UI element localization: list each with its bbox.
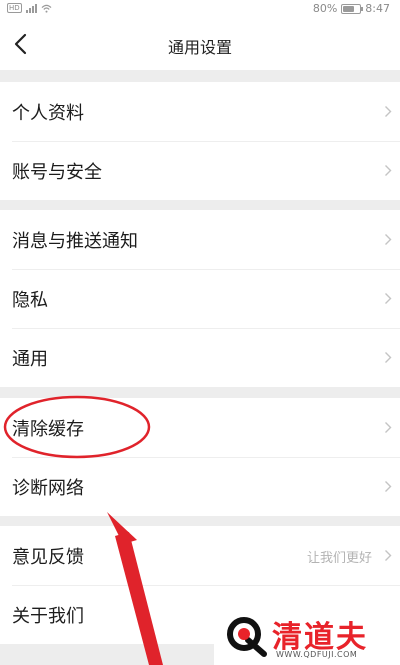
settings-item-notifications[interactable]: 消息与推送通知: [0, 210, 400, 269]
page-title: 通用设置: [167, 38, 232, 57]
settings-group-cache: 清除缓存 诊断网络: [0, 398, 400, 516]
settings-group-general: 消息与推送通知 隐私 通用: [0, 210, 400, 387]
settings-item-label: 清除缓存: [12, 419, 84, 440]
settings-item-label: 诊断网络: [12, 478, 84, 499]
wifi-icon: [41, 4, 52, 13]
chevron-right-icon: [385, 609, 392, 620]
chevron-right-icon: [385, 481, 392, 492]
chevron-right-icon: [385, 234, 392, 245]
chevron-right-icon: [385, 165, 392, 176]
settings-group-about: 意见反馈 让我们更好 关于我们: [0, 526, 400, 644]
settings-item-clear-cache[interactable]: 清除缓存: [0, 398, 400, 457]
settings-group-profile: 个人资料 账号与安全: [0, 82, 400, 200]
clock: 8:47: [365, 2, 390, 15]
settings-item-label: 消息与推送通知: [12, 231, 138, 252]
status-left: HD: [7, 3, 52, 13]
watermark-url: WWW.QDFUJI.COM: [276, 650, 358, 659]
battery-percent: 80%: [312, 2, 338, 15]
settings-item-profile[interactable]: 个人资料: [0, 82, 400, 141]
settings-item-network-diagnosis[interactable]: 诊断网络: [0, 457, 400, 516]
settings-item-privacy[interactable]: 隐私: [0, 269, 400, 328]
chevron-right-icon: [385, 352, 392, 363]
network-badge: HD: [7, 3, 22, 13]
settings-item-general[interactable]: 通用: [0, 328, 400, 387]
settings-item-feedback[interactable]: 意见反馈 让我们更好: [0, 526, 400, 585]
status-right: 80% 8:47: [313, 2, 390, 15]
battery-icon: [341, 3, 364, 14]
chevron-right-icon: [385, 422, 392, 433]
settings-item-label: 通用: [12, 349, 48, 370]
settings-item-label: 意见反馈: [12, 547, 84, 568]
settings-item-label: 个人资料: [12, 103, 84, 124]
signal-icon: [25, 3, 37, 13]
settings-item-hint: 让我们更好: [306, 551, 372, 566]
battery-level-fill: [343, 5, 355, 12]
nav-bar: 通用设置: [0, 18, 400, 70]
settings-item-label: 账号与安全: [12, 162, 102, 183]
chevron-right-icon: [385, 550, 392, 561]
settings-item-about-us[interactable]: 关于我们: [0, 585, 400, 644]
settings-item-label: 隐私: [12, 290, 48, 311]
chevron-right-icon: [385, 106, 392, 117]
chevron-right-icon: [385, 293, 392, 304]
settings-item-label: 关于我们: [12, 606, 84, 627]
settings-item-account-security[interactable]: 账号与安全: [0, 141, 400, 200]
status-bar: HD 80% 8:47: [0, 0, 400, 18]
